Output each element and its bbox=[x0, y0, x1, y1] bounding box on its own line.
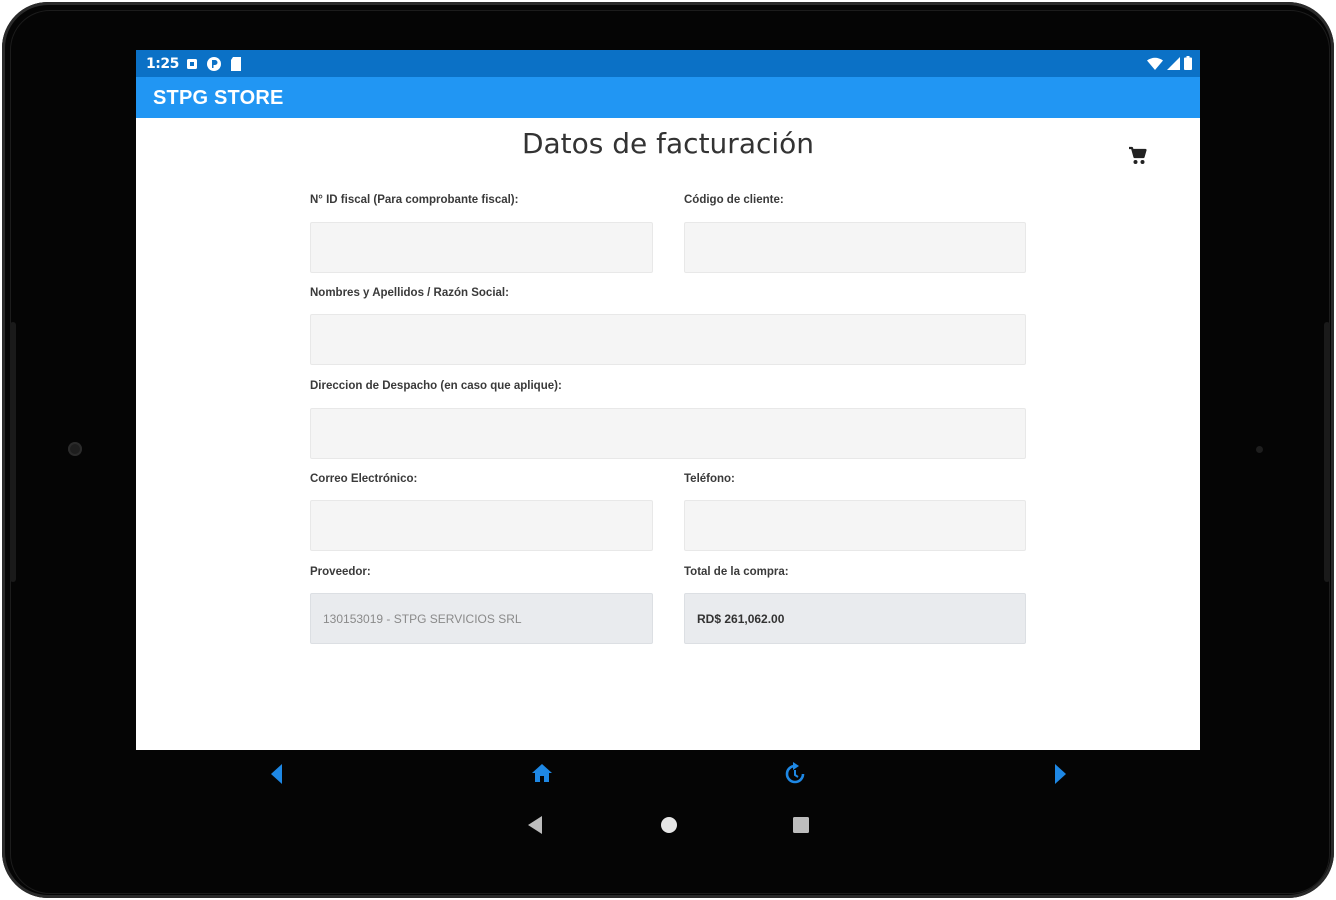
recents-square-icon[interactable] bbox=[792, 816, 810, 834]
app-logo-icon bbox=[207, 57, 221, 71]
full-name-label: Nombres y Apellidos / Razón Social: bbox=[310, 287, 509, 299]
back-triangle-icon[interactable] bbox=[526, 815, 544, 835]
phone-label: Teléfono: bbox=[684, 473, 735, 485]
sensor-dot bbox=[1256, 446, 1263, 453]
back-icon[interactable] bbox=[268, 762, 284, 786]
home-icon[interactable] bbox=[531, 762, 553, 784]
notification-square-icon bbox=[187, 59, 197, 69]
device-screen: 1:25 STPG STORE Datos de facturación N° … bbox=[136, 50, 1200, 750]
status-icons-right bbox=[1147, 56, 1192, 70]
status-time: 1:25 bbox=[146, 56, 179, 72]
fiscal-id-input[interactable] bbox=[310, 222, 653, 273]
app-title: STPG STORE bbox=[153, 87, 284, 109]
fiscal-id-label: N° ID fiscal (Para comprobante fiscal): bbox=[310, 194, 519, 206]
dispatch-address-input[interactable] bbox=[310, 408, 1026, 459]
status-icons-left bbox=[186, 56, 242, 72]
total-label: Total de la compra: bbox=[684, 566, 789, 578]
client-code-label: Código de cliente: bbox=[684, 194, 784, 206]
battery-icon bbox=[1184, 56, 1192, 70]
page-title: Datos de facturación bbox=[521, 127, 815, 160]
wifi-icon bbox=[1147, 57, 1163, 70]
bezel-edge-right bbox=[1324, 322, 1330, 582]
billing-form-page: Datos de facturación N° ID fiscal (Para … bbox=[136, 118, 1200, 750]
email-label: Correo Electrónico: bbox=[310, 473, 418, 485]
provider-field bbox=[310, 593, 653, 644]
full-name-input[interactable] bbox=[310, 314, 1026, 365]
provider-label: Proveedor: bbox=[310, 566, 371, 578]
cell-signal-icon bbox=[1167, 56, 1180, 70]
forward-icon[interactable] bbox=[1053, 762, 1069, 786]
phone-input[interactable] bbox=[684, 500, 1026, 551]
refresh-icon[interactable] bbox=[784, 762, 806, 786]
front-camera bbox=[68, 442, 82, 456]
total-field bbox=[684, 593, 1026, 644]
sd-card-icon bbox=[231, 57, 241, 71]
dispatch-address-label: Direccion de Despacho (en caso que apliq… bbox=[310, 380, 562, 392]
cart-icon[interactable] bbox=[1126, 144, 1150, 168]
status-bar: 1:25 bbox=[136, 50, 1200, 77]
client-code-input[interactable] bbox=[684, 222, 1026, 273]
bezel-edge-left bbox=[10, 322, 16, 582]
app-bar: STPG STORE bbox=[136, 77, 1200, 118]
home-circle-icon[interactable] bbox=[659, 815, 679, 835]
email-input[interactable] bbox=[310, 500, 653, 551]
